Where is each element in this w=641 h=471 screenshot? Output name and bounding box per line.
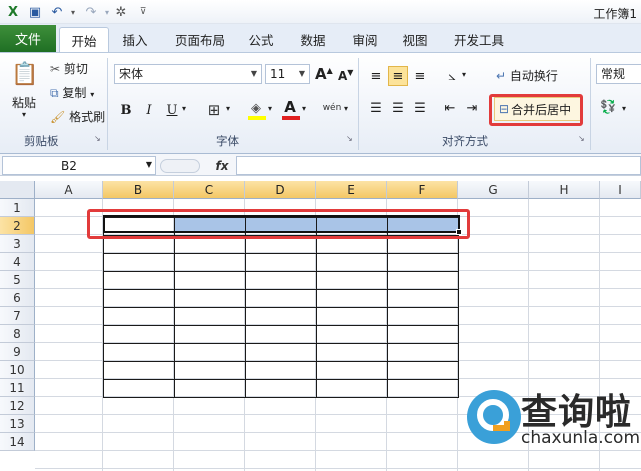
magnifier-icon bbox=[468, 391, 520, 443]
watermark-logo-icon bbox=[467, 390, 521, 444]
selected-row-highlight-box bbox=[87, 209, 470, 239]
watermark-url: chaxunla.com bbox=[521, 428, 640, 448]
